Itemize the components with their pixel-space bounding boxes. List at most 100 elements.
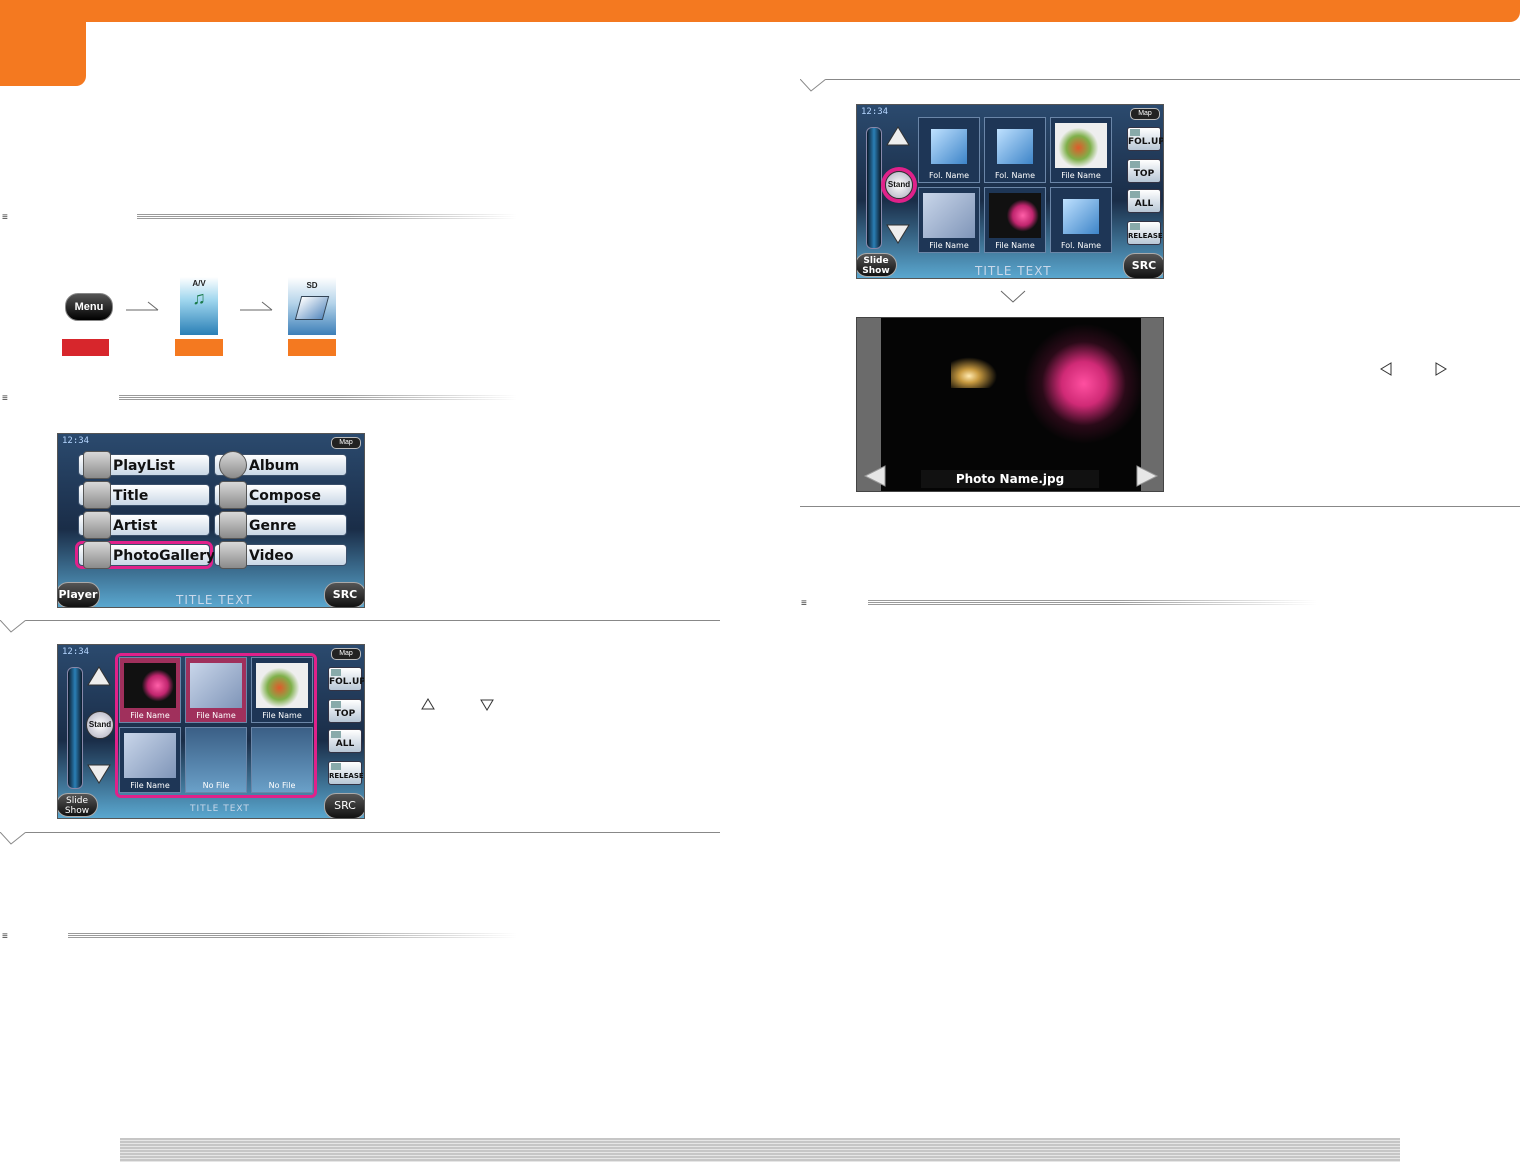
- scroll-down-icon[interactable]: [885, 223, 911, 245]
- side-button-label: ALL: [335, 739, 355, 749]
- folder-thumbnail[interactable]: Fol. Name: [1050, 187, 1112, 253]
- av-tile[interactable]: A/V ♫: [180, 277, 218, 335]
- side-button-label: RELEASE: [1128, 232, 1163, 240]
- folder-icon: [1063, 199, 1099, 234]
- top-button[interactable]: TOP: [1127, 159, 1161, 183]
- footer-band: [120, 1138, 1400, 1162]
- menu-item-title[interactable]: Title: [78, 481, 210, 509]
- music-note-icon: ♫: [192, 288, 206, 308]
- thumbnail[interactable]: File Name: [185, 657, 247, 723]
- tree-image: [923, 193, 975, 238]
- folder-icon: [997, 129, 1033, 164]
- release-button[interactable]: RELEASE: [1127, 221, 1163, 245]
- top-icon: [331, 701, 341, 708]
- scrollbar[interactable]: [67, 667, 83, 789]
- side-button-label: FOL.UP: [1128, 137, 1164, 147]
- clock: 12:34: [62, 647, 90, 657]
- thumbnail[interactable]: File Name: [251, 657, 313, 723]
- thumbnail[interactable]: File Name: [1050, 117, 1112, 183]
- thumbnail[interactable]: File Name: [119, 657, 181, 723]
- all-button[interactable]: ALL: [1127, 189, 1161, 213]
- screen-title: TITLE TEXT: [975, 264, 1052, 278]
- folder-up-button[interactable]: FOL.UP: [1127, 127, 1164, 151]
- scroll-up-icon[interactable]: [86, 665, 112, 687]
- thumbnail-empty[interactable]: No File: [185, 727, 247, 793]
- sd-label: SD: [306, 281, 318, 290]
- stand-button[interactable]: Stand: [885, 171, 913, 199]
- scroll-down-icon[interactable]: [86, 763, 112, 785]
- all-button[interactable]: ALL: [328, 729, 362, 753]
- menu-item-video[interactable]: Video: [214, 541, 347, 569]
- thumbnail[interactable]: File Name: [918, 187, 980, 253]
- step-label-bar: [288, 339, 336, 356]
- step-notch-icon: [0, 620, 26, 633]
- slide-show-button[interactable]: Slide Show: [857, 253, 897, 277]
- thumbnail-label: No File: [202, 781, 230, 790]
- guitar-icon: [219, 511, 247, 539]
- photo-view-screen: Photo Name.jpg: [856, 317, 1164, 492]
- divider-line: [826, 79, 1520, 80]
- player-button[interactable]: Player: [58, 582, 100, 607]
- menu-item-artist[interactable]: Artist: [78, 511, 210, 539]
- folder-icon: [1130, 129, 1140, 136]
- menu-item-genre[interactable]: Genre: [214, 511, 347, 539]
- side-button-label: FOL.UP: [329, 677, 365, 687]
- src-button[interactable]: SRC: [324, 793, 364, 818]
- step-label-bar: [62, 339, 109, 356]
- chapter-tab: [0, 0, 86, 86]
- section-marker-icon: ≡: [2, 931, 8, 942]
- map-button[interactable]: Map: [331, 437, 361, 449]
- top-accent-bar: [0, 0, 1520, 22]
- menu-item-album[interactable]: Album: [214, 451, 347, 479]
- album-disc-icon: [219, 451, 247, 479]
- check-all-icon: [331, 731, 341, 738]
- menu-item-playlist[interactable]: PlayList: [78, 451, 210, 479]
- divider-line: [26, 832, 720, 833]
- scrollbar[interactable]: [866, 127, 882, 249]
- fireworks-photo: [881, 318, 1141, 491]
- menu-button[interactable]: Menu: [65, 293, 113, 321]
- thumbnail[interactable]: File Name: [119, 727, 181, 793]
- side-button-label: TOP: [1133, 169, 1155, 179]
- thumbnail-empty[interactable]: No File: [251, 727, 313, 793]
- top-button[interactable]: TOP: [328, 699, 362, 723]
- sd-tile[interactable]: SD: [288, 277, 336, 335]
- thumbnail-label: File Name: [130, 711, 170, 720]
- release-button[interactable]: RELEASE: [328, 761, 364, 785]
- map-button[interactable]: Map: [331, 648, 361, 660]
- thumbnail-label: File Name: [196, 711, 236, 720]
- folder-up-button[interactable]: FOL.UP: [328, 667, 365, 691]
- right-triangle-icon: [1435, 362, 1447, 376]
- step-label-bar: [175, 339, 223, 356]
- slide-show-button[interactable]: Slide Show: [58, 793, 98, 817]
- scroll-up-icon[interactable]: [885, 125, 911, 147]
- photo-gallery-icon: [83, 541, 111, 569]
- src-button[interactable]: SRC: [324, 582, 364, 607]
- map-button[interactable]: Map: [1130, 108, 1160, 120]
- compose-icon: [219, 481, 247, 509]
- arrow-icon: [126, 301, 159, 311]
- top-icon: [1130, 161, 1140, 168]
- stand-button[interactable]: Stand: [86, 711, 114, 739]
- menu-item-label: Title: [113, 488, 149, 504]
- folder-thumbnail[interactable]: Fol. Name: [984, 117, 1046, 183]
- slide-show-label: Slide: [66, 796, 88, 806]
- clock: 12:34: [861, 107, 889, 117]
- menu-item-photogallery[interactable]: PhotoGallery: [78, 541, 215, 569]
- section-rule: [68, 933, 517, 938]
- food-image: [256, 663, 308, 708]
- screen-title: TITLE TEXT: [176, 593, 253, 607]
- previous-arrow-icon[interactable]: [863, 464, 887, 488]
- menu-item-compose[interactable]: Compose: [214, 481, 347, 509]
- next-arrow-icon[interactable]: [1135, 464, 1159, 488]
- thumbnail-label: No File: [268, 781, 296, 790]
- thumbnail-label: File Name: [130, 781, 170, 790]
- food-image: [1055, 123, 1107, 168]
- av-label: A/V: [192, 279, 206, 288]
- screen-title: TITLE TEXT: [190, 804, 250, 814]
- src-button[interactable]: SRC: [1123, 253, 1163, 278]
- thumbnail[interactable]: File Name: [984, 187, 1046, 253]
- thumbnail-label: Fol. Name: [928, 171, 970, 180]
- folder-thumbnail[interactable]: Fol. Name: [918, 117, 980, 183]
- fireworks-image: [124, 663, 176, 708]
